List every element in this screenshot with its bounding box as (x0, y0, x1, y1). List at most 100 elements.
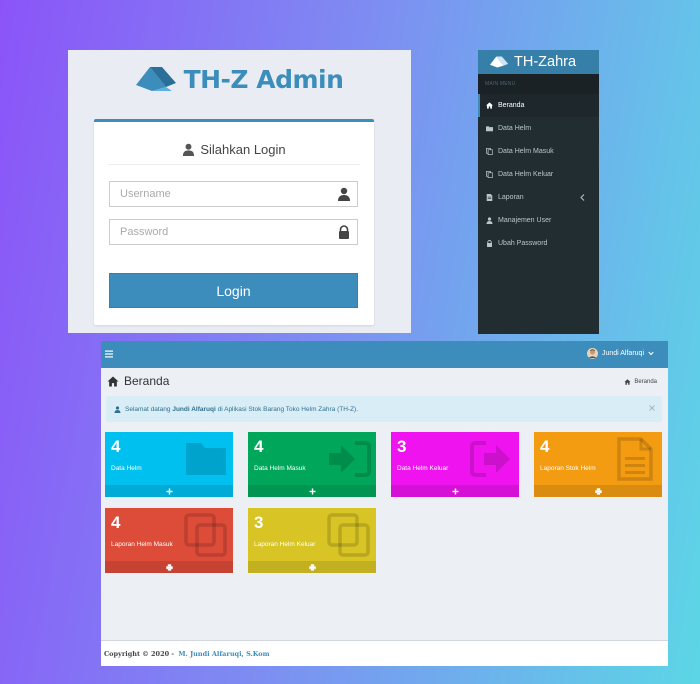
stat-label: Laporan Stok Helm (540, 465, 596, 472)
copy-icon (327, 513, 370, 557)
copy-icon (486, 148, 493, 155)
home-icon (107, 376, 119, 386)
lock-icon (339, 225, 349, 239)
box-footer-add[interactable] (391, 485, 519, 497)
user-icon (183, 143, 195, 156)
logo-icon (135, 67, 176, 91)
breadcrumb[interactable]: Beranda (624, 379, 657, 385)
folder-icon (186, 443, 226, 475)
stat-count: 3 (254, 513, 264, 532)
stat-label: Laporan Helm Masuk (111, 541, 173, 548)
home-icon (486, 102, 493, 109)
page-title-text: Beranda (124, 374, 170, 388)
sidebar-item-data-helm-masuk[interactable]: Data Helm Masuk (478, 140, 599, 163)
login-title-text: Silahkan Login (200, 141, 286, 157)
chevron-down-icon (648, 351, 654, 356)
plus-icon (309, 488, 315, 494)
stat-count: 3 (397, 437, 407, 456)
breadcrumb-text: Beranda (634, 379, 657, 385)
alert-suffix: di Aplikasi Stok Barang Toko Helm Zahra … (215, 405, 359, 413)
box-footer-print[interactable] (534, 485, 662, 497)
sidebar-item-ubah-password[interactable]: Ubah Password (478, 232, 599, 255)
file-text-icon (617, 437, 653, 481)
stat-count: 4 (111, 437, 121, 456)
stat-count: 4 (111, 513, 121, 532)
sidebar-header: MAIN MENU (478, 74, 599, 94)
menu-toggle-icon[interactable] (105, 350, 113, 358)
dashboard-panel: Jundi Alfaruqi Beranda Beranda Selamat d… (101, 341, 668, 666)
user-icon (114, 405, 121, 413)
sidebar-item-label: Data Helm Keluar (498, 171, 554, 178)
stat-box-data-helm-keluar: 3 Data Helm Keluar (391, 432, 519, 497)
lock-icon (487, 240, 492, 247)
chevron-left-icon (580, 194, 585, 201)
sidebar-item-label: Laporan (498, 194, 524, 201)
user-icon (338, 187, 350, 201)
sign-in-icon (329, 441, 371, 477)
footer-author-link[interactable]: M. Jundi Alfaruqi, S.Kom (178, 650, 269, 658)
folder-icon (486, 126, 493, 132)
user-icon (486, 217, 493, 224)
print-icon (594, 487, 602, 495)
copy-icon (486, 171, 493, 178)
box-footer-add[interactable] (105, 485, 233, 497)
content-header: Beranda Beranda (101, 368, 668, 395)
sidebar-item-data-helm[interactable]: Data Helm (478, 117, 599, 140)
stat-box-laporan-helm-masuk: 4 Laporan Helm Masuk (105, 508, 233, 573)
top-navbar: Jundi Alfaruqi (101, 341, 668, 368)
print-icon (308, 563, 316, 571)
stat-box-data-helm: 4 Data Helm (105, 432, 233, 497)
stat-label: Data Helm Masuk (254, 465, 306, 472)
sidebar-item-label: Data Helm (498, 125, 532, 132)
print-icon (165, 563, 173, 571)
plus-icon (166, 488, 172, 494)
page-title: Beranda (107, 374, 169, 388)
sidebar-brand-text: TH-Zahra (514, 54, 577, 70)
user-menu[interactable]: Jundi Alfaruqi (586, 348, 654, 359)
user-name: Jundi Alfaruqi (601, 350, 644, 357)
sidebar-panel: TH-Zahra MAIN MENU Beranda Data Helm Dat… (478, 50, 599, 334)
home-icon (624, 379, 631, 385)
username-input[interactable] (109, 181, 358, 207)
stat-box-laporan-stok-helm: 4 Laporan Stok Helm (534, 432, 662, 497)
logo-icon (490, 56, 509, 68)
footer-copyright: Copyright © 2020 - (104, 649, 177, 658)
stat-count: 4 (254, 437, 264, 456)
welcome-alert: Selamat datang Jundi Alfaruqi di Aplikas… (106, 396, 662, 422)
login-panel: TH-Z Admin Silahkan Login Login (68, 50, 411, 333)
stat-label: Data Helm Keluar (397, 465, 449, 472)
alert-name: Jundi Alfaruqi (172, 405, 216, 413)
login-box: Silahkan Login Login (94, 119, 374, 325)
avatar (586, 348, 598, 359)
login-brand-text: TH-Z Admin (183, 64, 344, 94)
page-footer: Copyright © 2020 - M. Jundi Alfaruqi, S.… (101, 640, 668, 666)
sidebar-item-label: Ubah Password (498, 240, 548, 247)
stat-box-data-helm-masuk: 4 Data Helm Masuk (248, 432, 376, 497)
copy-icon (184, 513, 227, 557)
login-title: Silahkan Login (94, 138, 374, 160)
stat-label: Data Helm (111, 465, 142, 472)
box-footer-print[interactable] (105, 561, 233, 573)
login-button[interactable]: Login (109, 273, 358, 308)
file-icon (486, 194, 493, 201)
sidebar-item-data-helm-keluar[interactable]: Data Helm Keluar (478, 163, 599, 186)
sidebar-item-beranda[interactable]: Beranda (478, 94, 599, 117)
sidebar-item-label: Data Helm Masuk (498, 148, 554, 155)
box-footer-add[interactable] (248, 485, 376, 497)
box-footer-print[interactable] (248, 561, 376, 573)
sidebar-item-manajemen-user[interactable]: Manajemen User (478, 209, 599, 232)
sign-out-icon (470, 441, 510, 477)
alert-prefix: Selamat datang (125, 405, 173, 413)
plus-icon (452, 488, 458, 494)
close-icon[interactable] (649, 405, 655, 411)
password-input[interactable] (109, 219, 358, 245)
login-divider (108, 164, 360, 165)
sidebar-item-label: Beranda (498, 102, 525, 109)
sidebar-item-laporan[interactable]: Laporan (478, 186, 599, 209)
login-brand: TH-Z Admin (68, 64, 411, 94)
stat-count: 4 (540, 437, 550, 456)
stat-label: Laporan Helm Keluar (254, 541, 316, 548)
sidebar-item-label: Manajemen User (498, 217, 552, 224)
stat-box-laporan-helm-keluar: 3 Laporan Helm Keluar (248, 508, 376, 573)
sidebar-logo[interactable]: TH-Zahra (478, 50, 599, 74)
